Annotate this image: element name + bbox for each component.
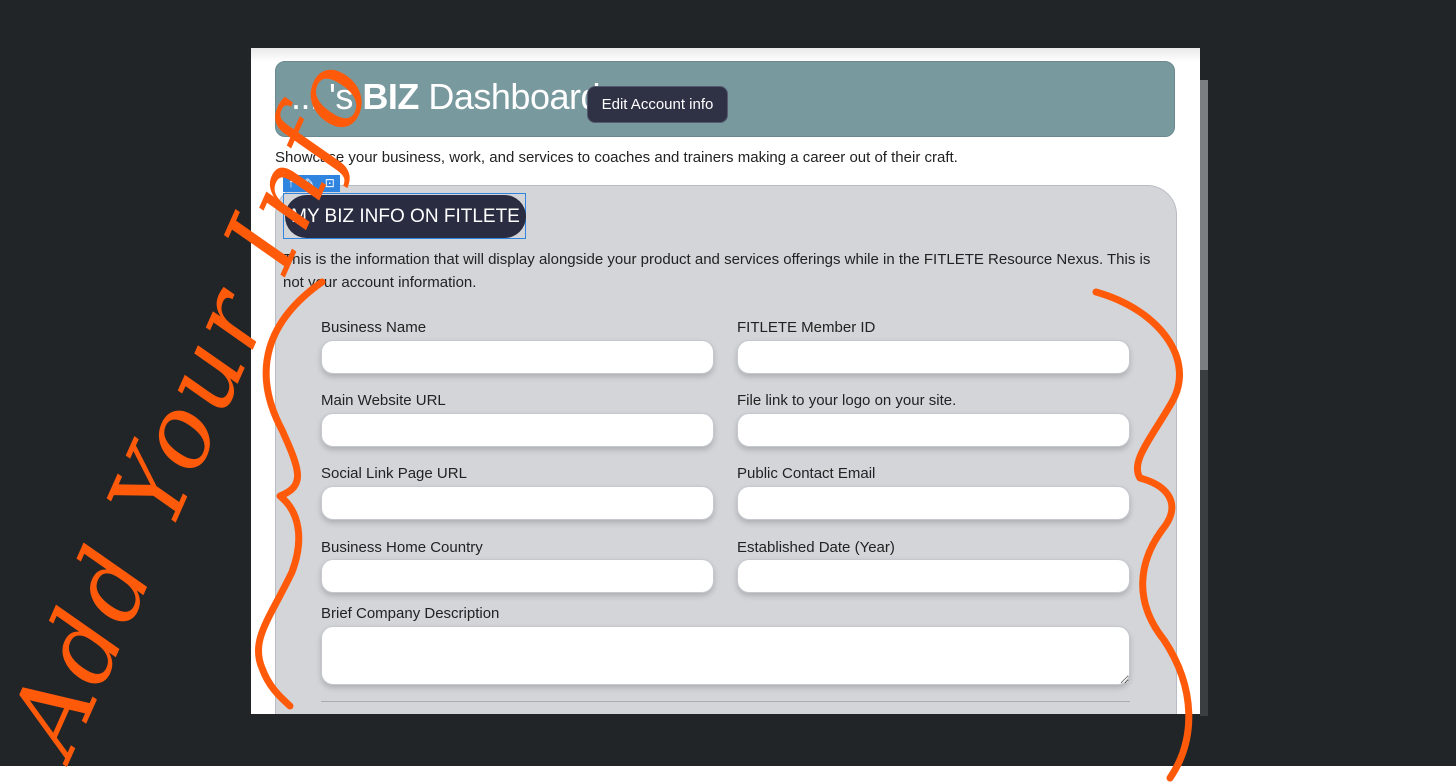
page-scrollbar-thumb[interactable] xyxy=(1200,80,1208,370)
contact-email-input[interactable] xyxy=(737,486,1130,520)
bottom-strip xyxy=(0,766,1456,783)
section-description: This is the information that will displa… xyxy=(283,251,1151,291)
dashboard-frame: ... 's BIZ Dashboard Edit Account info S… xyxy=(251,48,1200,714)
edit-account-button[interactable]: Edit Account info xyxy=(587,86,728,123)
company-description-textarea[interactable] xyxy=(321,626,1130,685)
section-title[interactable]: MY BIZ INFO ON FITLETE xyxy=(285,195,526,238)
established-year-label: Established Date (Year) xyxy=(737,539,895,556)
title-prefix: ... 's xyxy=(291,76,363,117)
frame-top-shade xyxy=(251,48,1200,62)
company-description-label: Brief Company Description xyxy=(321,605,500,622)
contact-email-label: Public Contact Email xyxy=(737,465,876,482)
social-url-input[interactable] xyxy=(321,486,714,520)
established-year-input[interactable] xyxy=(737,559,1130,593)
logo-link-input[interactable] xyxy=(737,413,1130,447)
title-suffix: Dashboard xyxy=(418,76,601,117)
form-divider xyxy=(321,701,1130,702)
block-edit-toolbar: ↑ ✎ ⊡ xyxy=(283,175,340,192)
page-title: ... 's BIZ Dashboard xyxy=(291,76,601,118)
member-id-input[interactable] xyxy=(737,340,1130,374)
member-id-label: FITLETE Member ID xyxy=(737,319,876,336)
dashboard-tagline: Showcase your business, work, and servic… xyxy=(275,149,958,166)
home-country-label: Business Home Country xyxy=(321,539,483,556)
arrow-up-icon[interactable]: ↑ xyxy=(288,175,294,192)
dashboard-header: ... 's BIZ Dashboard Edit Account info xyxy=(275,61,1175,137)
title-bold: BIZ xyxy=(362,76,419,117)
website-url-label: Main Website URL xyxy=(321,392,446,409)
logo-link-label: File link to your logo on your site. xyxy=(737,392,957,409)
pencil-icon[interactable]: ✎ xyxy=(304,175,314,192)
website-url-input[interactable] xyxy=(321,413,714,447)
social-url-label: Social Link Page URL xyxy=(321,465,467,482)
business-name-input[interactable] xyxy=(321,340,714,374)
home-country-input[interactable] xyxy=(321,559,714,593)
expand-icon[interactable]: ⊡ xyxy=(325,175,335,192)
business-name-label: Business Name xyxy=(321,319,427,336)
